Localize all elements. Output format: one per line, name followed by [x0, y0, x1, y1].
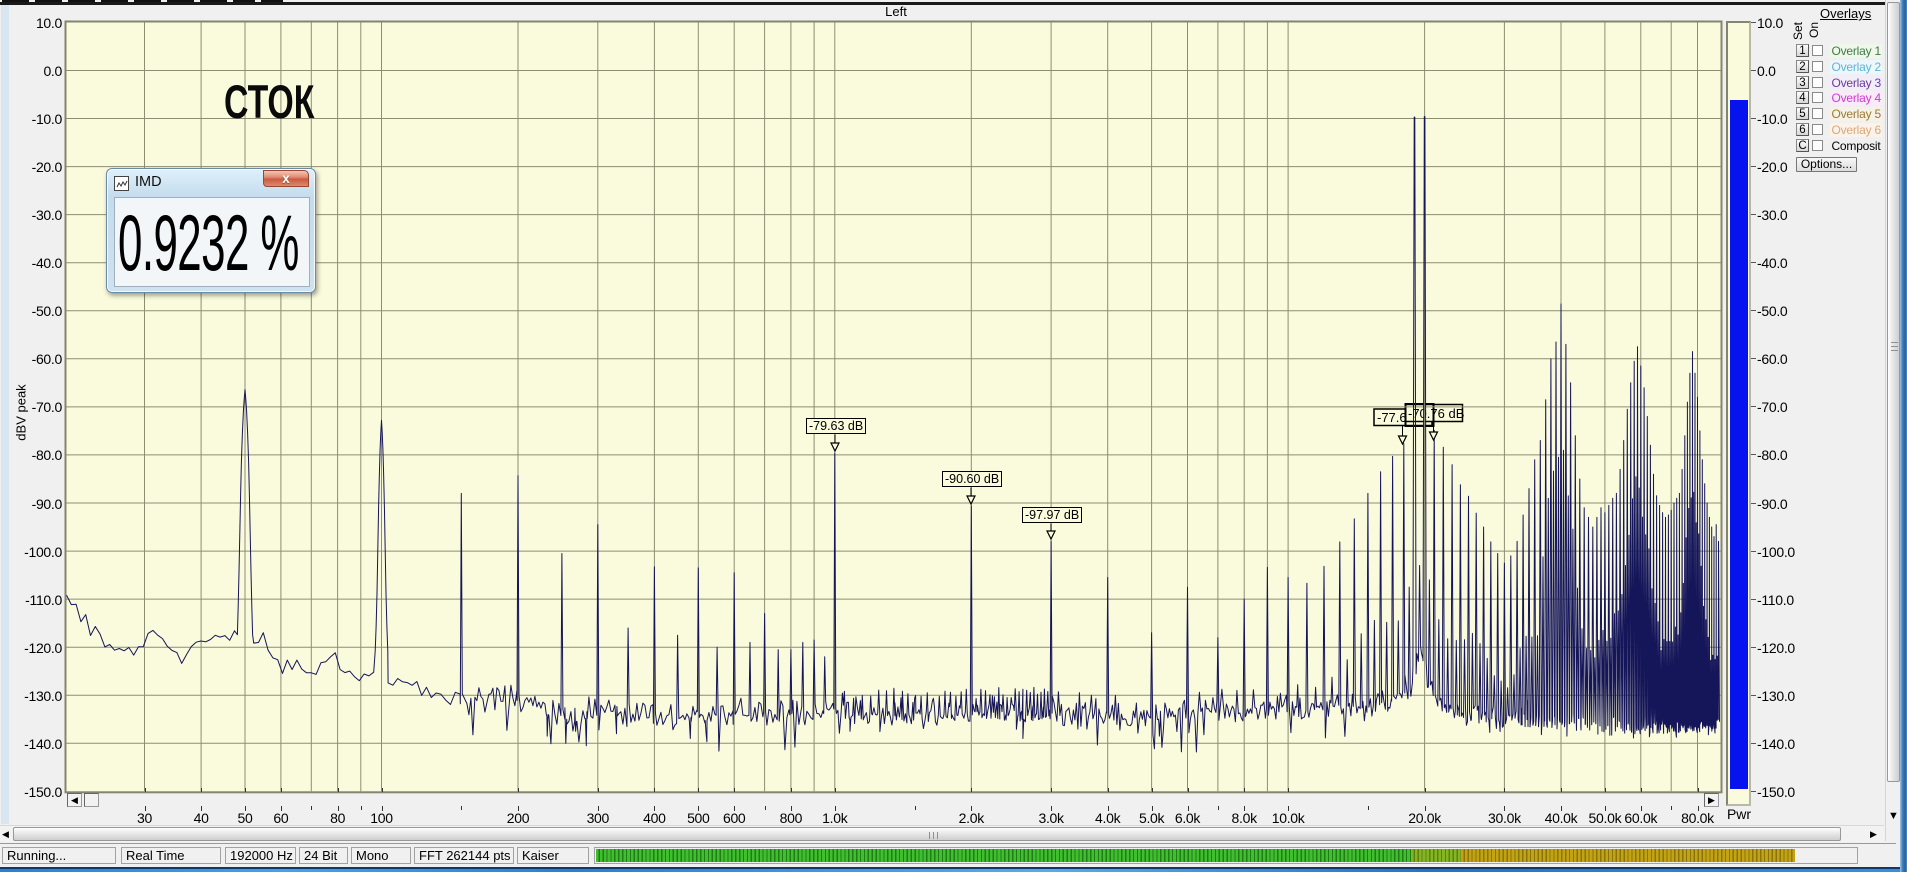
svg-text:-70.76 dB: -70.76 dB: [1408, 406, 1464, 421]
